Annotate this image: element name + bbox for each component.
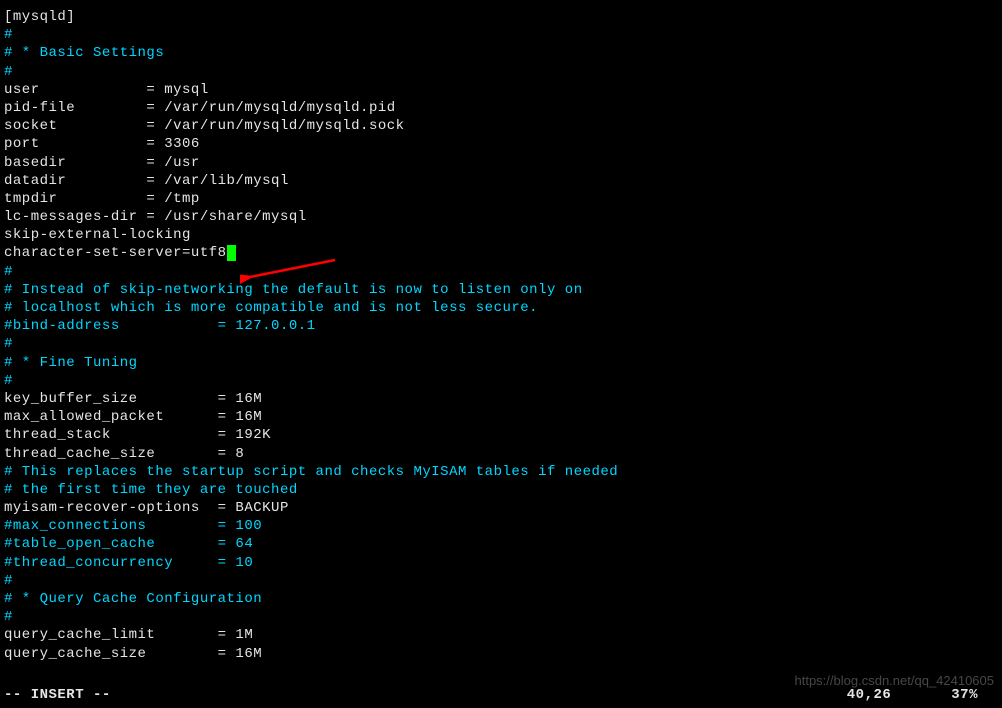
config-line: # * Fine Tuning bbox=[4, 354, 998, 372]
config-line: # bbox=[4, 335, 998, 353]
terminal-editor-content[interactable]: [mysqld]## * Basic Settings#user = mysql… bbox=[4, 8, 998, 663]
config-line: character-set-server=utf8 bbox=[4, 244, 998, 262]
config-line: key_buffer_size = 16M bbox=[4, 390, 998, 408]
config-line: pid-file = /var/run/mysqld/mysqld.pid bbox=[4, 99, 998, 117]
config-line: skip-external-locking bbox=[4, 226, 998, 244]
config-line: socket = /var/run/mysqld/mysqld.sock bbox=[4, 117, 998, 135]
scroll-percent: 37% bbox=[951, 686, 978, 704]
config-line: # bbox=[4, 26, 998, 44]
config-line: # the first time they are touched bbox=[4, 481, 998, 499]
config-line: # This replaces the startup script and c… bbox=[4, 463, 998, 481]
config-line: user = mysql bbox=[4, 81, 998, 99]
config-line: #max_connections = 100 bbox=[4, 517, 998, 535]
config-line: # localhost which is more compatible and… bbox=[4, 299, 998, 317]
config-line: query_cache_limit = 1M bbox=[4, 626, 998, 644]
config-line: # * Query Cache Configuration bbox=[4, 590, 998, 608]
config-line: port = 3306 bbox=[4, 135, 998, 153]
config-line: # bbox=[4, 372, 998, 390]
config-line: # Instead of skip-networking the default… bbox=[4, 281, 998, 299]
config-line: [mysqld] bbox=[4, 8, 998, 26]
config-line: thread_stack = 192K bbox=[4, 426, 998, 444]
config-line: datadir = /var/lib/mysql bbox=[4, 172, 998, 190]
config-line: tmpdir = /tmp bbox=[4, 190, 998, 208]
cursor-position: 40,26 bbox=[847, 686, 892, 704]
config-line: # bbox=[4, 263, 998, 281]
vim-status-bar: -- INSERT -- 40,26 37% bbox=[4, 686, 998, 704]
config-line: # bbox=[4, 608, 998, 626]
config-line: # * Basic Settings bbox=[4, 44, 998, 62]
text-cursor bbox=[227, 245, 236, 261]
config-line: max_allowed_packet = 16M bbox=[4, 408, 998, 426]
config-line: myisam-recover-options = BACKUP bbox=[4, 499, 998, 517]
config-line: # bbox=[4, 572, 998, 590]
config-line: # bbox=[4, 63, 998, 81]
config-line: #table_open_cache = 64 bbox=[4, 535, 998, 553]
config-line: #bind-address = 127.0.0.1 bbox=[4, 317, 998, 335]
vim-mode-indicator: -- INSERT -- bbox=[4, 686, 111, 704]
config-line: query_cache_size = 16M bbox=[4, 645, 998, 663]
config-line: #thread_concurrency = 10 bbox=[4, 554, 998, 572]
config-line: basedir = /usr bbox=[4, 154, 998, 172]
config-line: lc-messages-dir = /usr/share/mysql bbox=[4, 208, 998, 226]
config-line: thread_cache_size = 8 bbox=[4, 445, 998, 463]
